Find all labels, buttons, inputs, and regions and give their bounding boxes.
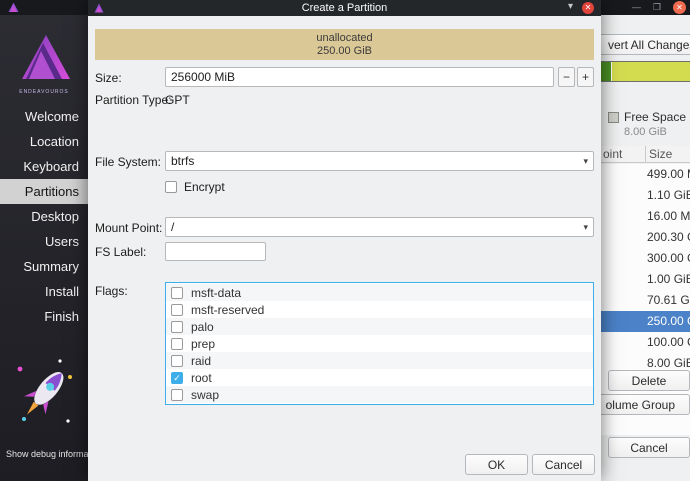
- flag-checkbox[interactable]: ✓: [171, 338, 183, 350]
- rocket-illustration: [10, 355, 80, 435]
- fs-label-input[interactable]: [165, 242, 266, 261]
- size-increment-button[interactable]: +: [577, 67, 594, 87]
- flag-item-root[interactable]: ✓ root: [166, 369, 593, 386]
- flag-checkbox[interactable]: ✓: [171, 304, 183, 316]
- endeavouros-app-icon: [8, 2, 19, 13]
- flag-label: msft-reserved: [191, 303, 264, 317]
- sidebar-item-welcome[interactable]: Welcome: [0, 104, 88, 129]
- table-row[interactable]: 499.00 MiB: [601, 164, 690, 185]
- flag-item-prep[interactable]: ✓ prep: [166, 335, 593, 352]
- chevron-down-icon: ▾: [583, 222, 588, 233]
- flag-label: swap: [191, 388, 219, 402]
- unallocated-label: unallocated: [316, 32, 372, 45]
- partition-segment-yellow: [612, 62, 690, 81]
- partition-page-right-panel: vert All Changes Free Space 8.00 GiB oin…: [601, 15, 690, 481]
- table-row[interactable]: 1.10 GiB: [601, 185, 690, 206]
- flag-checkbox[interactable]: ✓: [171, 389, 183, 401]
- sidebar-item-summary[interactable]: Summary: [0, 254, 88, 279]
- panel-cancel-button[interactable]: Cancel: [608, 437, 690, 458]
- close-icon[interactable]: ✕: [673, 1, 686, 14]
- screen: — ❐ ✕ ENDEAVOUROS Welcome Location Keybo: [0, 0, 690, 481]
- flag-item-swap[interactable]: ✓ swap: [166, 386, 593, 403]
- file-system-value: btrfs: [171, 154, 194, 168]
- endeavouros-logo: ENDEAVOUROS: [0, 33, 88, 95]
- free-space-legend: Free Space 8.00 GiB: [608, 110, 686, 138]
- minimize-icon[interactable]: —: [632, 0, 641, 15]
- sidebar-item-finish[interactable]: Finish: [0, 304, 88, 329]
- dialog-close-icon[interactable]: ✕: [582, 2, 594, 14]
- column-header-size[interactable]: Size: [645, 146, 690, 162]
- flag-label: raid: [191, 354, 211, 368]
- cancel-button[interactable]: Cancel: [532, 454, 595, 475]
- sidebar-item-location[interactable]: Location: [0, 129, 88, 154]
- unallocated-space-preview: unallocated 250.00 GiB: [95, 29, 594, 60]
- table-row[interactable]: 16.00 MiB: [601, 206, 690, 227]
- show-debug-information-link[interactable]: Show debug informa: [6, 449, 89, 459]
- mount-point-select[interactable]: / ▾: [165, 217, 594, 237]
- installer-sidebar: ENDEAVOUROS Welcome Location Keyboard Pa…: [0, 15, 88, 481]
- table-row[interactable]: 70.61 GiB: [601, 290, 690, 311]
- fs-label-label: FS Label:: [95, 245, 146, 259]
- table-row[interactable]: 1.00 GiB: [601, 269, 690, 290]
- sidebar-item-keyboard[interactable]: Keyboard: [0, 154, 88, 179]
- file-system-label: File System:: [95, 155, 161, 169]
- ok-button[interactable]: OK: [465, 454, 528, 475]
- flag-label: msft-data: [191, 286, 241, 300]
- encrypt-checkbox-row[interactable]: ✓ Encrypt: [165, 180, 225, 194]
- table-row[interactable]: 100.00 GiB: [601, 332, 690, 353]
- encrypt-label: Encrypt: [184, 180, 225, 194]
- chevron-down-icon: ▾: [583, 156, 588, 167]
- flag-item-palo[interactable]: ✓ palo: [166, 318, 593, 335]
- size-decrement-button[interactable]: −: [558, 67, 575, 87]
- table-row[interactable]: 200.30 GiB: [601, 227, 690, 248]
- endeavouros-logo-icon: [16, 33, 72, 83]
- dialog-titlebar[interactable]: Create a Partition ▾ ✕: [88, 0, 601, 16]
- window-controls: — ❐ ✕: [632, 0, 686, 15]
- encrypt-checkbox[interactable]: ✓: [165, 181, 177, 193]
- partition-overview-bar: [591, 61, 690, 82]
- flag-label: palo: [191, 320, 214, 334]
- unallocated-size: 250.00 GiB: [317, 45, 372, 58]
- dialog-title: Create a Partition: [88, 2, 601, 14]
- size-input[interactable]: 256000 MiB: [165, 67, 554, 87]
- column-header-mount-point[interactable]: oint: [601, 146, 645, 162]
- flag-label: root: [191, 371, 212, 385]
- mount-point-value: /: [171, 220, 174, 234]
- flag-checkbox[interactable]: ✓: [171, 321, 183, 333]
- sidebar-item-desktop[interactable]: Desktop: [0, 204, 88, 229]
- table-row-selected[interactable]: 250.00 GiB: [601, 311, 690, 332]
- size-label: Size:: [95, 71, 122, 85]
- installer-steps-nav: Welcome Location Keyboard Partitions Des…: [0, 104, 88, 329]
- flag-checkbox[interactable]: ✓: [171, 372, 183, 384]
- free-space-swatch: [608, 112, 619, 123]
- flags-list: ✓ msft-data ✓ msft-reserved ✓ palo ✓ pre…: [165, 282, 594, 405]
- flag-item-msft-data[interactable]: ✓ msft-data: [166, 284, 593, 301]
- flag-label: prep: [191, 337, 215, 351]
- sidebar-item-users[interactable]: Users: [0, 229, 88, 254]
- partition-table-header: oint Size: [601, 146, 690, 163]
- flags-label: Flags:: [95, 284, 128, 298]
- sidebar-item-partitions[interactable]: Partitions: [0, 179, 88, 204]
- file-system-select[interactable]: btrfs ▾: [165, 151, 594, 171]
- sidebar-item-install[interactable]: Install: [0, 279, 88, 304]
- mount-point-label: Mount Point:: [95, 221, 162, 235]
- table-row[interactable]: 300.00 GiB: [601, 248, 690, 269]
- partition-type-label: Partition Type:: [95, 93, 172, 107]
- create-partition-dialog: Create a Partition ▾ ✕ unallocated 250.0…: [88, 0, 601, 481]
- maximize-icon[interactable]: ❐: [653, 0, 661, 15]
- delete-button[interactable]: Delete: [608, 370, 690, 391]
- flag-item-raid[interactable]: ✓ raid: [166, 352, 593, 369]
- flag-item-msft-reserved[interactable]: ✓ msft-reserved: [166, 301, 593, 318]
- flag-checkbox[interactable]: ✓: [171, 355, 183, 367]
- logo-text: ENDEAVOUROS: [0, 89, 88, 95]
- flag-checkbox[interactable]: ✓: [171, 287, 183, 299]
- partition-type-value: GPT: [165, 93, 190, 107]
- free-space-label: Free Space: [624, 110, 686, 124]
- dialog-minimize-icon[interactable]: ▾: [568, 1, 573, 12]
- free-space-size: 8.00 GiB: [624, 126, 686, 138]
